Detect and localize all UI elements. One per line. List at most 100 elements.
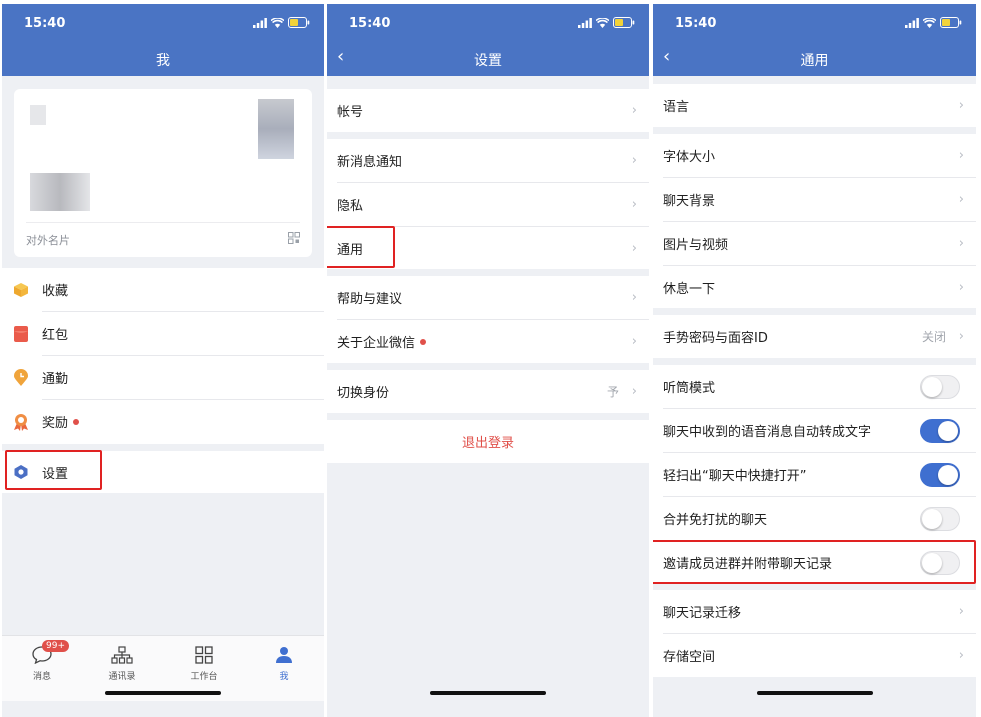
grid-icon — [195, 646, 213, 664]
item-label: 手势密码与面容ID — [663, 331, 768, 346]
menu-card: 收藏 红包 通勤 奖励 — [2, 268, 324, 444]
status-icons — [578, 17, 635, 28]
item-label: 听筒模式 — [663, 381, 716, 396]
item-label: 帮助与建议 — [337, 292, 403, 307]
current-identity-value: 予 — [606, 385, 619, 399]
storage-group-card: 聊天记录迁移 › 存储空间 › — [653, 590, 976, 677]
battery-icon — [940, 17, 962, 28]
chevron-right-icon: › — [958, 98, 964, 113]
language-card: 语言 › — [653, 84, 976, 127]
general-item-storage[interactable]: 存储空间 › — [653, 634, 976, 677]
status-time: 15:40 — [675, 16, 717, 31]
general-item-font-size[interactable]: 字体大小 › — [653, 134, 976, 177]
menu-item-commute[interactable]: 通勤 — [2, 356, 324, 399]
tab-label: 工作台 — [190, 672, 218, 682]
display-group-card: 字体大小 › 聊天背景 › 图片与视频 › 休息一下 › — [653, 134, 976, 308]
header-bar: 15:40 ‹ 设置 — [327, 4, 649, 76]
chevron-right-icon: › — [958, 192, 964, 207]
swipe-open-toggle[interactable] — [920, 462, 960, 487]
menu-item-favorites[interactable]: 收藏 — [2, 268, 324, 311]
item-label: 合并免打扰的聊天 — [663, 513, 768, 528]
chevron-right-icon: › — [631, 241, 637, 256]
chevron-right-icon: › — [958, 604, 964, 619]
tab-label: 通讯录 — [108, 672, 136, 682]
item-label: 聊天记录迁移 — [663, 606, 742, 621]
signal-icon — [905, 17, 919, 28]
tab-me[interactable]: 我 — [254, 644, 314, 682]
box-icon — [12, 281, 30, 299]
signal-icon — [578, 17, 592, 28]
new-indicator-dot — [73, 418, 80, 425]
business-card-label[interactable]: 对外名片 — [26, 232, 70, 248]
general-item-media[interactable]: 图片与视频 › — [653, 222, 976, 265]
unread-badge: 99+ — [42, 640, 69, 652]
tab-label: 消息 — [32, 672, 51, 682]
bottom-safe-area — [327, 701, 649, 717]
item-label: 聊天背景 — [663, 194, 716, 209]
name-blur — [30, 173, 90, 211]
item-label: 聊天中收到的语音消息自动转成文字 — [663, 425, 872, 440]
general-item-migrate-history[interactable]: 聊天记录迁移 › — [653, 590, 976, 633]
gesture-card: 手势密码与面容ID 关闭 › — [653, 315, 976, 358]
chevron-right-icon: › — [958, 280, 964, 295]
qr-code-icon[interactable] — [288, 232, 300, 244]
divider — [26, 222, 300, 223]
general-item-chat-background[interactable]: 聊天背景 › — [653, 178, 976, 221]
profile-card[interactable]: 对外名片 — [14, 89, 312, 257]
logout-button[interactable]: 退出登录 — [327, 420, 649, 463]
menu-item-rewards[interactable]: 奖励 — [2, 400, 324, 443]
home-indicator — [430, 691, 546, 695]
general-item-swipe-open: 轻扫出“聊天中快捷打开” — [653, 453, 976, 496]
me-screen: 15:40 我 对外名片 收藏 红包 通勤 奖励 设置 99+ 消息 通讯录 工… — [2, 4, 324, 717]
menu-item-red-envelope[interactable]: 红包 — [2, 312, 324, 355]
tab-messages[interactable]: 99+ 消息 — [12, 640, 72, 682]
chevron-right-icon: › — [958, 236, 964, 251]
logout-card: 退出登录 — [327, 420, 649, 463]
settings-item-help[interactable]: 帮助与建议 › — [327, 276, 649, 319]
general-item-rest[interactable]: 休息一下 › — [653, 266, 976, 309]
item-label: 休息一下 — [663, 282, 716, 297]
status-icons — [905, 17, 962, 28]
voice-to-text-toggle[interactable] — [920, 418, 960, 443]
signal-icon — [253, 17, 267, 28]
settings-item-switch-identity[interactable]: 切换身份 予 › — [327, 370, 649, 413]
general-item-merge-dnd: 合并免打扰的聊天 — [653, 497, 976, 540]
menu-item-label: 收藏 — [42, 284, 69, 299]
gesture-status-value: 关闭 — [921, 330, 946, 344]
item-label: 关于企业微信 — [337, 336, 416, 351]
red-envelope-icon — [12, 325, 30, 343]
earpiece-toggle[interactable] — [920, 374, 960, 399]
settings-item-account[interactable]: 帐号 › — [327, 89, 649, 132]
chevron-right-icon: › — [631, 334, 637, 349]
account-card: 帐号 › — [327, 89, 649, 132]
switch-card: 切换身份 予 › — [327, 370, 649, 413]
screenshot: 15:40 我 对外名片 收藏 红包 通勤 奖励 设置 99+ 消息 通讯录 工… — [0, 0, 981, 717]
person-icon — [276, 647, 292, 663]
item-label: 字体大小 — [663, 150, 716, 165]
settings-item-about[interactable]: 关于企业微信 › — [327, 320, 649, 363]
tab-workbench[interactable]: 工作台 — [174, 644, 234, 682]
item-label: 切换身份 — [337, 386, 390, 401]
bottom-safe-area — [653, 701, 976, 717]
menu-item-label: 奖励 — [42, 416, 69, 431]
general-item-earpiece-mode: 听筒模式 — [653, 365, 976, 408]
avatar[interactable] — [258, 99, 294, 159]
battery-icon — [613, 17, 635, 28]
chevron-right-icon: › — [631, 103, 637, 118]
page-title: 我 — [156, 53, 170, 69]
item-label: 存储空间 — [663, 650, 716, 665]
item-label: 新消息通知 — [337, 155, 403, 170]
merge-dnd-toggle[interactable] — [920, 506, 960, 531]
header-bar: 15:40 ‹ 通用 — [653, 4, 976, 76]
chevron-right-icon: › — [631, 153, 637, 168]
tab-contacts[interactable]: 通讯录 — [92, 644, 152, 682]
chevron-right-icon: › — [958, 148, 964, 163]
item-label: 图片与视频 — [663, 238, 729, 253]
settings-item-notifications[interactable]: 新消息通知 › — [327, 139, 649, 182]
settings-item-privacy[interactable]: 隐私 › — [327, 183, 649, 226]
general-item-language[interactable]: 语言 › — [653, 84, 976, 127]
status-time: 15:40 — [24, 16, 66, 31]
general-item-gesture-faceid[interactable]: 手势密码与面容ID 关闭 › — [653, 315, 976, 358]
medal-icon — [12, 413, 30, 431]
highlight-box — [327, 226, 395, 268]
